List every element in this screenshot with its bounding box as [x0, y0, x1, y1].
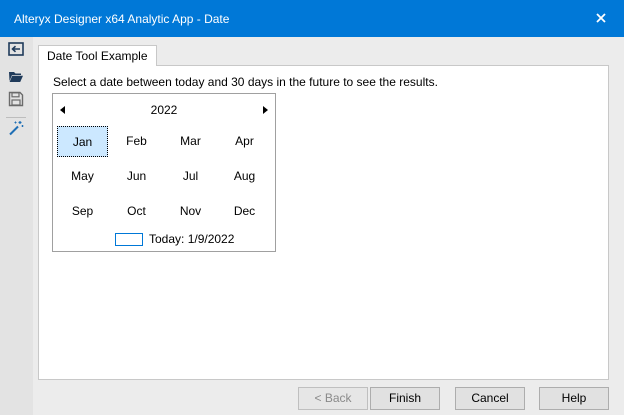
- open-button[interactable]: [5, 67, 27, 87]
- month-nov[interactable]: Nov: [165, 196, 216, 227]
- window-body: Date Tool Example Select a date between …: [0, 37, 624, 415]
- save-button[interactable]: [5, 90, 27, 110]
- month-may[interactable]: May: [57, 161, 108, 192]
- triangle-right-icon: [262, 103, 268, 117]
- magic-button[interactable]: [5, 119, 27, 139]
- calendar-next-button[interactable]: [259, 104, 271, 116]
- month-dec[interactable]: Dec: [219, 196, 270, 227]
- month-aug[interactable]: Aug: [219, 161, 270, 192]
- cancel-button[interactable]: Cancel: [455, 387, 525, 410]
- close-button[interactable]: [578, 0, 624, 37]
- calendar-year[interactable]: 2022: [53, 103, 275, 117]
- month-calendar: 2022 Jan Feb Mar Apr May Jun Jul Aug Sep…: [52, 93, 276, 252]
- instructions-text: Select a date between today and 30 days …: [53, 75, 438, 89]
- left-toolbar: [0, 37, 33, 415]
- exit-button[interactable]: [5, 40, 27, 60]
- finish-button[interactable]: Finish: [370, 387, 440, 410]
- month-apr[interactable]: Apr: [219, 126, 270, 157]
- month-mar[interactable]: Mar: [165, 126, 216, 157]
- title-bar: Alteryx Designer x64 Analytic App - Date: [0, 0, 624, 37]
- toolbar-divider: [6, 117, 26, 118]
- exit-icon: [8, 41, 24, 59]
- month-feb[interactable]: Feb: [111, 126, 162, 157]
- month-jul[interactable]: Jul: [165, 161, 216, 192]
- tab-date-tool-example[interactable]: Date Tool Example: [38, 45, 157, 66]
- window-title: Alteryx Designer x64 Analytic App - Date: [14, 12, 230, 26]
- tab-panel: Select a date between today and 30 days …: [38, 65, 609, 380]
- save-icon: [8, 91, 24, 110]
- magic-wand-icon: [8, 120, 24, 139]
- month-jun[interactable]: Jun: [111, 161, 162, 192]
- month-oct[interactable]: Oct: [111, 196, 162, 227]
- today-marker: [115, 233, 143, 246]
- month-jan[interactable]: Jan: [57, 126, 108, 157]
- help-button[interactable]: Help: [539, 387, 609, 410]
- month-sep[interactable]: Sep: [57, 196, 108, 227]
- back-button[interactable]: < Back: [298, 387, 368, 410]
- today-link[interactable]: Today: 1/9/2022: [149, 232, 234, 246]
- open-folder-icon: [8, 69, 24, 86]
- close-icon: [596, 12, 606, 26]
